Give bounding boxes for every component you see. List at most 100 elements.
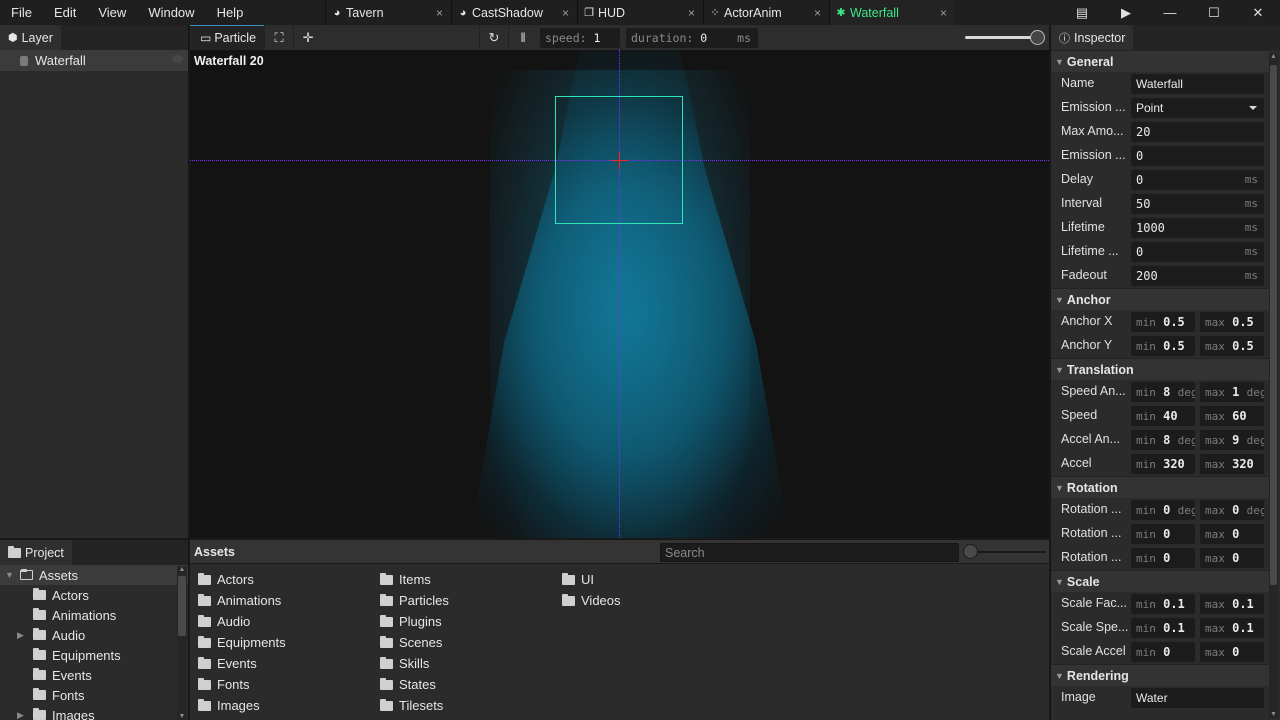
- close-icon[interactable]: ×: [688, 6, 695, 20]
- tree-item-assets[interactable]: ▼ Assets: [0, 565, 188, 585]
- particle-canvas[interactable]: Waterfall 20: [190, 50, 1049, 538]
- pause-icon[interactable]: ‖: [508, 25, 537, 50]
- asset-folder-item[interactable]: Scenes: [380, 632, 449, 653]
- collapsed-arrow-icon[interactable]: ▶: [17, 630, 24, 641]
- tree-item[interactable]: Animations: [0, 605, 188, 625]
- min-input[interactable]: min 40: [1131, 406, 1195, 426]
- max-amount-input[interactable]: 20: [1131, 122, 1264, 142]
- asset-folder-item[interactable]: Plugins: [380, 611, 449, 632]
- eye-icon[interactable]: [172, 55, 183, 63]
- min-input[interactable]: min 0.1: [1131, 618, 1195, 638]
- max-input[interactable]: max 60: [1200, 406, 1264, 426]
- max-input[interactable]: max 0.5: [1200, 312, 1264, 332]
- tab-tavern[interactable]: ◕ Tavern ×: [325, 0, 451, 25]
- asset-folder-item[interactable]: Equipments: [198, 632, 286, 653]
- image-select[interactable]: Water: [1131, 688, 1264, 708]
- close-icon[interactable]: ×: [562, 6, 569, 20]
- section-translation[interactable]: ▼ Translation: [1051, 358, 1269, 380]
- tree-item[interactable]: ▶ Audio: [0, 625, 188, 645]
- max-input[interactable]: max 0.5: [1200, 336, 1264, 356]
- emission-count-input[interactable]: 0: [1131, 146, 1264, 166]
- inspector-scrollbar[interactable]: ▲ ▼: [1269, 53, 1278, 718]
- menu-help[interactable]: Help: [206, 0, 255, 25]
- asset-search-input[interactable]: [660, 543, 959, 562]
- name-input[interactable]: Waterfall: [1131, 74, 1264, 94]
- min-input[interactable]: min 0 deg: [1131, 500, 1195, 520]
- collapsed-arrow-icon[interactable]: ▶: [17, 710, 24, 720]
- scrollbar-thumb[interactable]: [1270, 65, 1277, 585]
- max-input[interactable]: max 9 deg: [1200, 430, 1264, 450]
- tree-item[interactable]: Actors: [0, 585, 188, 605]
- expanded-arrow-icon[interactable]: ▼: [5, 570, 14, 580]
- play-icon[interactable]: ▶: [1104, 0, 1148, 25]
- tree-item[interactable]: ▶ Images: [0, 705, 188, 720]
- speed-field[interactable]: speed: 1: [540, 28, 620, 48]
- max-input[interactable]: max 0: [1200, 642, 1264, 662]
- asset-folder-item[interactable]: UI: [562, 569, 621, 590]
- max-input[interactable]: max 0.1: [1200, 618, 1264, 638]
- section-anchor[interactable]: ▼ Anchor: [1051, 288, 1269, 310]
- max-input[interactable]: max 0: [1200, 524, 1264, 544]
- menu-edit[interactable]: Edit: [43, 0, 87, 25]
- section-rotation[interactable]: ▼ Rotation: [1051, 476, 1269, 498]
- emission-type-select[interactable]: Point: [1131, 98, 1264, 118]
- tab-castshadow[interactable]: ◕ CastShadow ×: [451, 0, 577, 25]
- close-icon[interactable]: ×: [940, 6, 947, 20]
- min-input[interactable]: min 0: [1131, 548, 1195, 568]
- asset-folder-item[interactable]: Videos: [562, 590, 621, 611]
- scroll-up-icon[interactable]: ▲: [177, 566, 187, 573]
- asset-folder-item[interactable]: States: [380, 674, 449, 695]
- scrollbar-thumb[interactable]: [178, 576, 186, 636]
- slider-handle[interactable]: [963, 544, 978, 559]
- fadeout-input[interactable]: 200 ms: [1131, 266, 1264, 286]
- tree-item[interactable]: Events: [0, 665, 188, 685]
- lifetime-input[interactable]: 1000 ms: [1131, 218, 1264, 238]
- scroll-down-icon[interactable]: ▼: [1269, 711, 1278, 718]
- close-icon[interactable]: ×: [814, 6, 821, 20]
- asset-folder-item[interactable]: Tilesets: [380, 695, 449, 716]
- maximize-button[interactable]: ☐: [1192, 0, 1236, 25]
- tree-item[interactable]: Equipments: [0, 645, 188, 665]
- delay-input[interactable]: 0 ms: [1131, 170, 1264, 190]
- menu-window[interactable]: Window: [137, 0, 205, 25]
- duration-field[interactable]: duration: 0 ms: [626, 28, 758, 48]
- asset-folder-item[interactable]: Animations: [198, 590, 286, 611]
- open-folder-icon[interactable]: ▤: [1060, 0, 1104, 25]
- tab-actoranim[interactable]: ⁘ ActorAnim ×: [703, 0, 829, 25]
- layer-item[interactable]: Waterfall: [0, 50, 188, 71]
- section-rendering[interactable]: ▼ Rendering: [1051, 664, 1269, 686]
- asset-folder-item[interactable]: Items: [380, 569, 449, 590]
- asset-folder-item[interactable]: Fonts: [198, 674, 286, 695]
- asset-folder-item[interactable]: Audio: [198, 611, 286, 632]
- tab-project[interactable]: Project: [0, 540, 72, 565]
- scroll-up-icon[interactable]: ▲: [1269, 53, 1278, 60]
- max-input[interactable]: max 1 deg: [1200, 382, 1264, 402]
- menu-view[interactable]: View: [87, 0, 137, 25]
- min-input[interactable]: min 0.1: [1131, 594, 1195, 614]
- lifetime-variance-input[interactable]: 0 ms: [1131, 242, 1264, 262]
- asset-folder-item[interactable]: Actors: [198, 569, 286, 590]
- asset-folder-item[interactable]: Skills: [380, 653, 449, 674]
- min-input[interactable]: min 0: [1131, 642, 1195, 662]
- min-input[interactable]: min 0.5: [1131, 336, 1195, 356]
- min-input[interactable]: min 320: [1131, 454, 1195, 474]
- asset-folder-item[interactable]: Images: [198, 695, 286, 716]
- tree-item[interactable]: Fonts: [0, 685, 188, 705]
- min-input[interactable]: min 8 deg: [1131, 382, 1195, 402]
- max-input[interactable]: max 0 deg: [1200, 500, 1264, 520]
- max-input[interactable]: max 320: [1200, 454, 1264, 474]
- asset-folder-item[interactable]: Events: [198, 653, 286, 674]
- zoom-slider[interactable]: [965, 30, 1045, 46]
- thumbnail-size-slider[interactable]: [963, 544, 1046, 560]
- tab-waterfall[interactable]: ✱ Waterfall ×: [829, 0, 955, 25]
- section-scale[interactable]: ▼ Scale: [1051, 570, 1269, 592]
- minimize-button[interactable]: —: [1148, 0, 1192, 25]
- tab-hud[interactable]: ❐ HUD ×: [577, 0, 703, 25]
- zoom-slider-handle[interactable]: [1030, 30, 1045, 45]
- crosshair-icon[interactable]: ✛: [293, 25, 322, 50]
- asset-folder-item[interactable]: Particles: [380, 590, 449, 611]
- min-input[interactable]: min 0: [1131, 524, 1195, 544]
- tab-particle[interactable]: ▭ Particle: [190, 25, 265, 50]
- scroll-down-icon[interactable]: ▼: [177, 713, 187, 720]
- interval-input[interactable]: 50 ms: [1131, 194, 1264, 214]
